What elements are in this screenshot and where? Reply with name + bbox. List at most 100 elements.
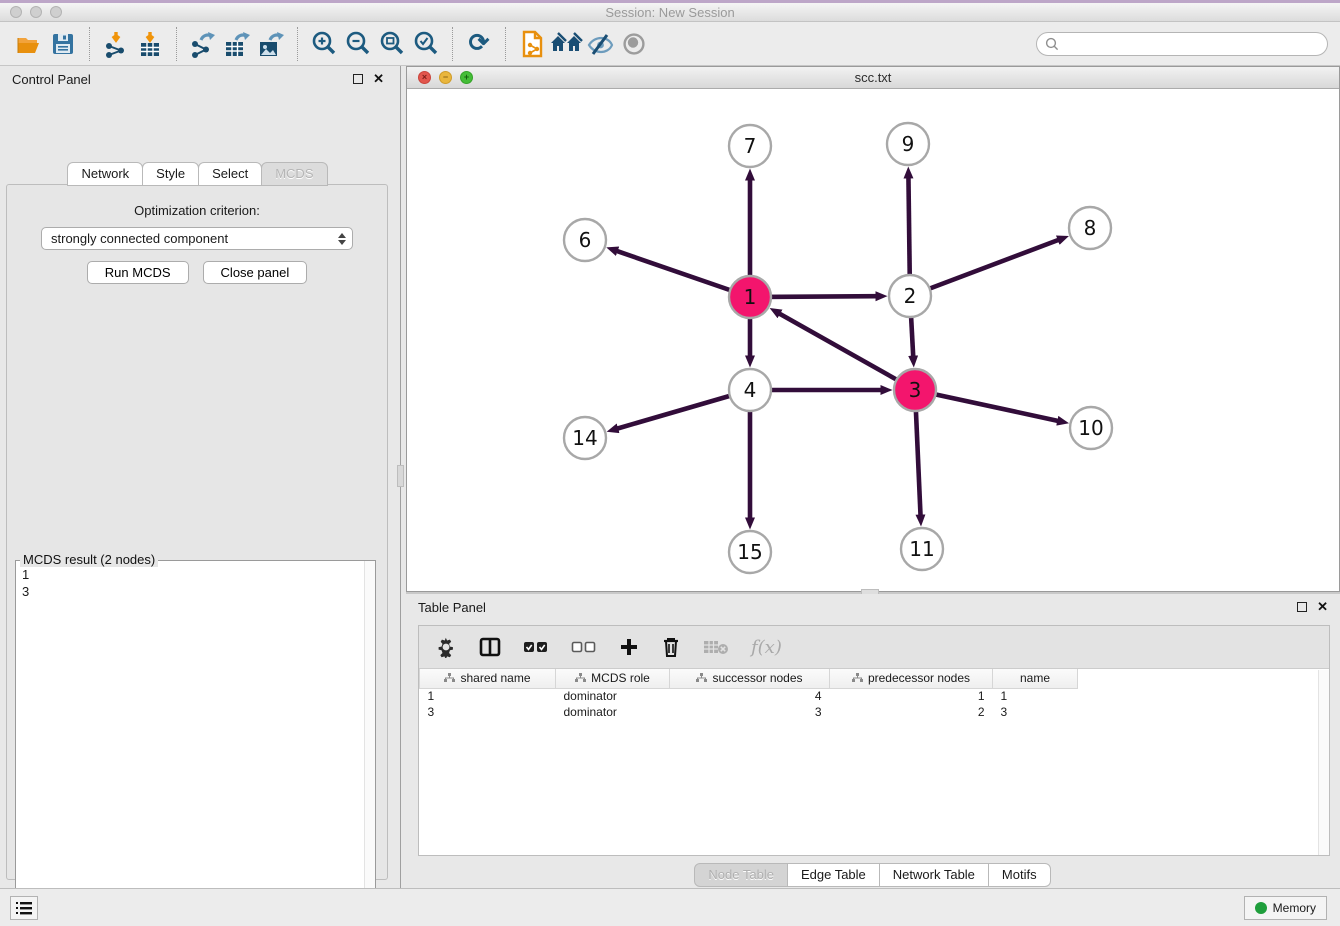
cell-MCDS-role[interactable]: dominator	[556, 688, 670, 704]
network-graph[interactable]: 7968124314101511	[407, 89, 1339, 591]
network-view-window: × − + scc.txt 7968124314101511	[406, 66, 1340, 592]
delete-table-icon[interactable]	[703, 639, 729, 655]
task-history-button[interactable]	[10, 896, 38, 920]
node-label-4: 4	[744, 378, 757, 402]
node-label-3: 3	[909, 378, 922, 402]
sort-hierarchy-icon	[852, 673, 863, 683]
add-column-icon[interactable]	[619, 637, 639, 657]
table-tabs: Node TableEdge TableNetwork TableMotifs	[406, 863, 1340, 887]
sort-hierarchy-icon	[444, 673, 455, 683]
cell-shared-name[interactable]: 1	[420, 688, 556, 704]
memory-button[interactable]: Memory	[1244, 896, 1327, 920]
select-all-checkboxes-icon[interactable]	[523, 641, 549, 653]
toolbar-separator	[89, 27, 90, 61]
zoom-in-icon[interactable]	[307, 27, 341, 61]
control-tabs: NetworkStyleSelectMCDS	[0, 162, 396, 186]
close-panel-icon[interactable]: ✕	[373, 74, 384, 84]
import-table-icon[interactable]	[133, 27, 167, 61]
mcds-result-box: MCDS result (2 nodes) 1 3	[15, 560, 376, 926]
table-scrollbar[interactable]	[1318, 670, 1329, 855]
tab-style[interactable]: Style	[142, 162, 199, 186]
column-header-predecessor-nodes[interactable]: predecessor nodes	[830, 669, 993, 688]
column-label: successor nodes	[712, 671, 802, 685]
select-chevrons-icon	[338, 233, 346, 245]
toggle-column-display-icon[interactable]	[479, 637, 501, 657]
splitter-grip[interactable]	[397, 465, 404, 487]
column-header-name[interactable]: name	[993, 669, 1078, 688]
toolbar-separator	[505, 27, 506, 61]
memory-status-icon	[1255, 902, 1267, 914]
table-row[interactable]: 3dominator323	[420, 704, 1078, 720]
export-image-icon[interactable]	[254, 27, 288, 61]
column-header-successor-nodes[interactable]: successor nodes	[670, 669, 830, 688]
column-label: MCDS role	[591, 671, 650, 685]
result-scrollbar[interactable]	[364, 561, 375, 926]
close-panel-icon[interactable]: ✕	[1317, 602, 1328, 612]
search-input[interactable]	[1064, 37, 1319, 51]
network-window-titlebar[interactable]: × − + scc.txt	[407, 67, 1339, 89]
column-header-shared-name[interactable]: shared name	[420, 669, 556, 688]
network-window-title: scc.txt	[407, 70, 1339, 85]
criterion-select[interactable]: strongly connected component	[41, 227, 353, 250]
control-panel-title: Control Panel	[12, 72, 91, 87]
node-label-14: 14	[572, 426, 597, 450]
list-icon	[16, 901, 32, 915]
refresh-icon[interactable]: ⟳	[462, 27, 496, 61]
zoom-out-icon[interactable]	[341, 27, 375, 61]
export-table-icon[interactable]	[220, 27, 254, 61]
cell-name[interactable]: 1	[993, 688, 1078, 704]
edge-3-1[interactable]	[780, 314, 915, 390]
new-network-document-icon[interactable]	[515, 27, 549, 61]
optimization-criterion-label: Optimization criterion:	[7, 203, 387, 218]
cell-MCDS-role[interactable]: dominator	[556, 704, 670, 720]
import-network-icon[interactable]	[99, 27, 133, 61]
toolbar-separator	[452, 27, 453, 61]
edge-2-8[interactable]	[910, 240, 1058, 296]
cell-successor-nodes[interactable]: 4	[670, 688, 830, 704]
node-label-10: 10	[1078, 416, 1103, 440]
vertical-splitter[interactable]	[396, 66, 406, 888]
tab-network[interactable]: Network	[67, 162, 143, 186]
delete-column-icon[interactable]	[661, 636, 681, 658]
table-panel: Table Panel ✕	[406, 594, 1340, 888]
open-session-icon[interactable]	[12, 27, 46, 61]
mcds-result-list[interactable]: 1 3	[16, 564, 363, 926]
tab-select[interactable]: Select	[198, 162, 262, 186]
cell-successor-nodes[interactable]: 3	[670, 704, 830, 720]
node-label-6: 6	[579, 228, 592, 252]
run-mcds-button[interactable]: Run MCDS	[87, 261, 189, 284]
cell-predecessor-nodes[interactable]: 2	[830, 704, 993, 720]
houses-layout-icon[interactable]	[549, 27, 583, 61]
cell-predecessor-nodes[interactable]: 1	[830, 688, 993, 704]
zoom-selected-icon[interactable]	[409, 27, 443, 61]
float-panel-icon[interactable]	[353, 74, 363, 84]
function-builder-icon[interactable]: f(x)	[751, 637, 782, 658]
table-row[interactable]: 1dominator411	[420, 688, 1078, 704]
eye-show-details-icon[interactable]	[617, 27, 651, 61]
node-label-9: 9	[902, 132, 915, 156]
node-table[interactable]: shared name MCDS role successor nodes prede…	[419, 669, 1078, 720]
tab-network-table[interactable]: Network Table	[879, 863, 989, 887]
tab-edge-table[interactable]: Edge Table	[787, 863, 880, 887]
tab-motifs[interactable]: Motifs	[988, 863, 1051, 887]
tab-mcds[interactable]: MCDS	[261, 162, 327, 186]
eye-slash-hide-details-icon[interactable]	[583, 27, 617, 61]
export-network-icon[interactable]	[186, 27, 220, 61]
settings-gear-icon[interactable]	[435, 636, 457, 658]
zoom-fit-icon[interactable]	[375, 27, 409, 61]
status-bar: Memory	[0, 888, 1340, 926]
save-session-icon[interactable]	[46, 27, 80, 61]
network-canvas[interactable]: 7968124314101511	[407, 89, 1339, 591]
cell-name[interactable]: 3	[993, 704, 1078, 720]
column-label: predecessor nodes	[868, 671, 970, 685]
tab-node-table[interactable]: Node Table	[694, 863, 788, 887]
cell-shared-name[interactable]: 3	[420, 704, 556, 720]
float-panel-icon[interactable]	[1297, 602, 1307, 612]
node-label-1: 1	[744, 285, 757, 309]
table-toolbar: f(x)	[419, 626, 1329, 669]
close-panel-button[interactable]: Close panel	[203, 261, 308, 284]
column-header-MCDS-role[interactable]: MCDS role	[556, 669, 670, 688]
criterion-select-value: strongly connected component	[51, 231, 228, 246]
deselect-all-checkboxes-icon[interactable]	[571, 641, 597, 653]
control-panel: Control Panel ✕ NetworkStyleSelectMCDS O…	[0, 66, 396, 888]
